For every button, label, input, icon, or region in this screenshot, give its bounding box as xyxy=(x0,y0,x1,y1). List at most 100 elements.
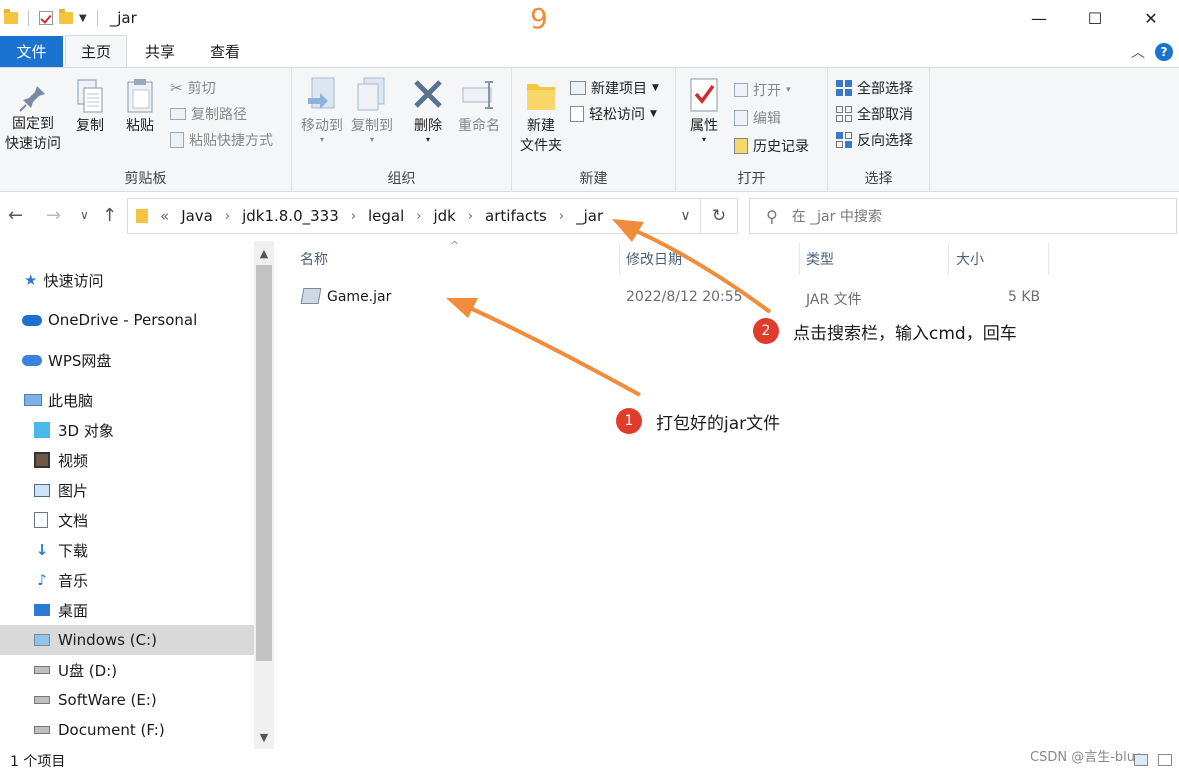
nav-wps-label: WPS网盘 xyxy=(48,351,112,370)
nav-downloads[interactable]: ↓ 下载 xyxy=(0,535,254,565)
recent-locations-chevron-icon[interactable]: ∨ xyxy=(80,208,89,222)
nav-onedrive[interactable]: OneDrive - Personal xyxy=(0,305,254,335)
column-divider[interactable] xyxy=(948,243,949,275)
nav-drive-e[interactable]: SoftWare (E:) xyxy=(0,685,254,715)
nav-drive-f[interactable]: Document (F:) xyxy=(0,715,254,745)
invert-selection-button[interactable]: 反向选择 xyxy=(836,130,913,150)
scroll-down-icon[interactable]: ▼ xyxy=(254,727,274,747)
address-history-chevron-icon[interactable]: ∨ xyxy=(671,199,701,233)
breadcrumb-jdk1.8[interactable]: jdk1.8.0_333 xyxy=(242,207,339,225)
back-arrow-icon[interactable]: ← xyxy=(8,205,23,226)
maximize-button[interactable]: ☐ xyxy=(1067,0,1123,36)
properties-icon xyxy=(690,78,718,112)
help-icon[interactable]: ? xyxy=(1155,43,1173,61)
address-bar[interactable]: « Java › jdk1.8.0_333 › legal › jdk › ar… xyxy=(127,198,738,234)
tab-view[interactable]: 查看 xyxy=(193,36,257,67)
column-header-type[interactable]: 类型 xyxy=(806,249,834,269)
copy-button[interactable]: 复制 xyxy=(70,78,110,136)
nav-pane-scrollbar[interactable]: ▲ ▼ xyxy=(254,241,274,749)
annotation-2: 2 点击搜索栏，输入cmd，回车 xyxy=(753,318,1017,344)
drive-icon xyxy=(34,726,50,734)
drive-icon xyxy=(34,696,50,704)
watermark: CSDN @言生-blue xyxy=(1030,750,1143,765)
nav-pictures[interactable]: 图片 xyxy=(0,475,254,505)
new-item-button[interactable]: 新建项目 ▼ xyxy=(570,78,659,98)
collapse-ribbon-icon[interactable]: ︿ xyxy=(1131,42,1145,62)
move-to-button[interactable]: 移动到 ▾ xyxy=(298,76,346,144)
new-folder-button[interactable]: 新建 文件夹 xyxy=(516,76,566,156)
refresh-icon[interactable]: ↻ xyxy=(701,199,737,233)
nav-3d-objects[interactable]: 3D 对象 xyxy=(0,415,254,445)
large-icons-view-icon[interactable] xyxy=(1158,754,1172,766)
chevron-right-icon[interactable]: › xyxy=(416,209,421,224)
chevron-right-icon[interactable]: › xyxy=(351,209,356,224)
nav-drive-e-label: SoftWare (E:) xyxy=(58,691,157,709)
breadcrumb-overflow[interactable]: « xyxy=(160,207,169,225)
tab-file[interactable]: 文件 xyxy=(0,36,63,67)
forward-arrow-icon[interactable]: → xyxy=(46,205,61,226)
column-divider[interactable] xyxy=(619,243,620,275)
delete-button[interactable]: 删除 ▾ xyxy=(408,76,448,144)
details-view-icon[interactable] xyxy=(1134,754,1148,766)
nav-drive-c[interactable]: Windows (C:) xyxy=(0,625,254,655)
clipboard-group-label: 剪贴板 xyxy=(124,171,167,187)
file-row[interactable]: Game.jar 2022/8/12 20:55 JAR 文件 5 KB xyxy=(300,285,1060,311)
scrollbar-thumb[interactable] xyxy=(256,265,272,661)
annotation-badge-2: 2 xyxy=(753,318,779,344)
paste-label: 粘贴 xyxy=(126,118,154,134)
select-all-button[interactable]: 全部选择 xyxy=(836,78,913,98)
properties-button[interactable]: 属性 ▾ xyxy=(682,76,726,144)
properties-check-icon[interactable] xyxy=(39,11,53,25)
edit-button[interactable]: 编辑 xyxy=(734,108,781,128)
nav-this-pc[interactable]: 此电脑 xyxy=(0,385,254,415)
tab-share[interactable]: 共享 xyxy=(127,36,193,67)
nav-documents-label: 文档 xyxy=(58,511,89,530)
paste-button[interactable]: 粘贴 xyxy=(120,78,160,136)
scroll-up-icon[interactable]: ▲ xyxy=(254,243,274,263)
copy-to-button[interactable]: 复制到 ▾ xyxy=(348,76,396,144)
history-button[interactable]: 历史记录 xyxy=(734,136,809,156)
pin-quick-access-button[interactable]: 固定到 快速访问 xyxy=(2,82,64,154)
close-button[interactable]: ✕ xyxy=(1123,0,1179,36)
open-button[interactable]: 打开 ▾ xyxy=(734,80,791,100)
column-header-size[interactable]: 大小 xyxy=(956,249,984,269)
up-arrow-icon[interactable]: ↑ xyxy=(102,205,117,226)
cut-button[interactable]: ✂ 剪切 xyxy=(170,78,216,98)
nav-quick-access[interactable]: ★ 快速访问 xyxy=(0,265,254,295)
breadcrumb-jar[interactable]: _jar xyxy=(576,207,603,225)
customize-toolbar-dropdown-icon[interactable]: ▼ xyxy=(79,13,87,24)
nav-desktop[interactable]: 桌面 xyxy=(0,595,254,625)
select-none-button[interactable]: 全部取消 xyxy=(836,104,913,124)
copy-path-button[interactable]: 复制路径 xyxy=(170,104,247,124)
column-header-date[interactable]: 修改日期 xyxy=(626,249,682,269)
breadcrumb-legal[interactable]: legal xyxy=(368,207,404,225)
search-box[interactable]: ⚲ 在 _jar 中搜索 xyxy=(749,198,1177,234)
invert-selection-icon xyxy=(836,132,852,148)
breadcrumb-artifacts[interactable]: artifacts xyxy=(485,207,547,225)
column-divider[interactable] xyxy=(1048,243,1049,275)
new-folder-icon xyxy=(527,84,555,110)
nav-wps[interactable]: WPS网盘 xyxy=(0,345,254,375)
nav-drive-d[interactable]: U盘 (D:) xyxy=(0,655,254,685)
new-folder-icon[interactable] xyxy=(59,9,73,24)
easy-access-button[interactable]: 轻松访问 ▼ xyxy=(570,104,657,124)
tab-home[interactable]: 主页 xyxy=(65,35,127,67)
rename-button[interactable]: 重命名 xyxy=(454,76,504,136)
chevron-right-icon[interactable]: › xyxy=(468,209,473,224)
chevron-right-icon[interactable]: › xyxy=(559,209,564,224)
column-divider[interactable] xyxy=(799,243,800,275)
cut-label: 剪切 xyxy=(187,81,216,97)
nav-music[interactable]: ♪ 音乐 xyxy=(0,565,254,595)
invert-selection-label: 反向选择 xyxy=(857,133,913,149)
breadcrumb-java[interactable]: Java xyxy=(181,207,213,225)
properties-label: 属性 xyxy=(690,118,718,134)
nav-this-pc-label: 此电脑 xyxy=(48,391,94,410)
window-title: _jar xyxy=(109,9,137,27)
minimize-button[interactable]: — xyxy=(1011,0,1067,36)
nav-documents[interactable]: 文档 xyxy=(0,505,254,535)
chevron-right-icon[interactable]: › xyxy=(225,209,230,224)
breadcrumb-jdk[interactable]: jdk xyxy=(433,207,455,225)
column-header-name[interactable]: 名称 xyxy=(300,249,328,269)
paste-shortcut-button[interactable]: 粘贴快捷方式 xyxy=(170,130,273,150)
nav-videos[interactable]: 视频 xyxy=(0,445,254,475)
